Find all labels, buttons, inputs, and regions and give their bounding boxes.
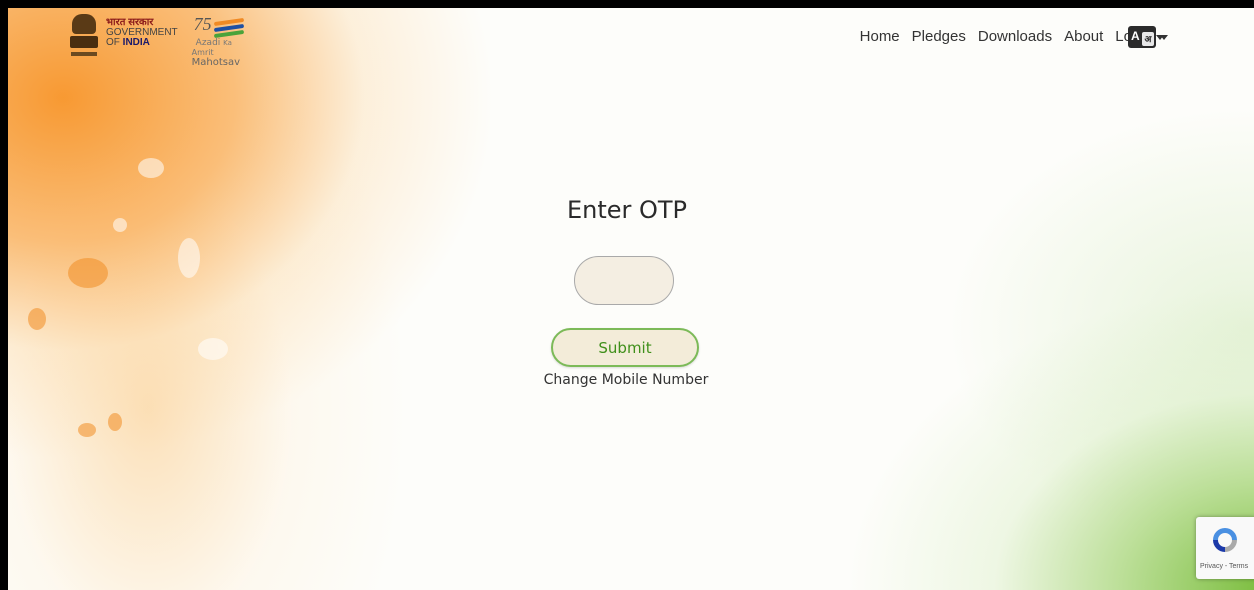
- translate-icon: A अ: [1128, 26, 1156, 48]
- translate-icon-hindi: अ: [1142, 32, 1154, 46]
- paint-splash: [108, 413, 122, 431]
- otp-input[interactable]: [574, 256, 674, 305]
- page-background: भारत सरकार GOVERNMENT OF INDIA 75 Azadi …: [8, 8, 1254, 590]
- change-mobile-number-link[interactable]: Change Mobile Number: [8, 372, 1254, 388]
- paint-splash: [138, 158, 164, 178]
- submit-button[interactable]: Submit: [551, 328, 699, 367]
- akam-number: 75: [193, 14, 212, 34]
- akam-mahotsav-text: Mahotsav: [191, 57, 241, 68]
- language-selector[interactable]: A अ: [1128, 26, 1168, 48]
- recaptcha-icon: [1213, 528, 1237, 552]
- goi-india-text: INDIA: [122, 37, 150, 48]
- akam-line1: Azadi Ka: [196, 38, 232, 48]
- nav-about-link[interactable]: About: [1064, 28, 1103, 45]
- nav-pledges-link[interactable]: Pledges: [912, 28, 966, 45]
- translate-icon-latin: A: [1131, 29, 1140, 43]
- recaptcha-badge[interactable]: Privacy - Terms: [1196, 517, 1254, 579]
- nav-home-link[interactable]: Home: [860, 28, 900, 45]
- header-logos[interactable]: भारत सरकार GOVERNMENT OF INDIA 75 Azadi …: [68, 12, 262, 68]
- akam-ka-text: Ka: [223, 39, 232, 47]
- paint-splash: [68, 258, 108, 288]
- akam-line2: Amrit Mahotsav: [192, 48, 262, 68]
- page-title: Enter OTP: [566, 196, 688, 224]
- paint-splash: [198, 338, 228, 360]
- main-nav: Home Pledges Downloads About Login: [860, 28, 1164, 45]
- paint-splash: [78, 423, 96, 437]
- goi-line2-text: OF INDIA: [106, 38, 178, 48]
- goi-of-text: OF: [106, 37, 123, 48]
- akam-amrit-text: Amrit: [191, 48, 214, 57]
- recaptcha-terms-text[interactable]: Privacy - Terms: [1200, 563, 1248, 570]
- akam-azadi-text: Azadi: [195, 38, 221, 48]
- nav-downloads-link[interactable]: Downloads: [978, 28, 1052, 45]
- paint-splash: [28, 308, 46, 330]
- national-emblem-icon: [68, 12, 100, 66]
- paint-splash: [178, 238, 200, 278]
- chevron-down-icon: [1160, 34, 1168, 40]
- government-of-india-logo: भारत सरकार GOVERNMENT OF INDIA: [106, 18, 178, 48]
- azadi-ka-amrit-mahotsav-logo: 75 Azadi Ka Amrit Mahotsav: [192, 14, 262, 68]
